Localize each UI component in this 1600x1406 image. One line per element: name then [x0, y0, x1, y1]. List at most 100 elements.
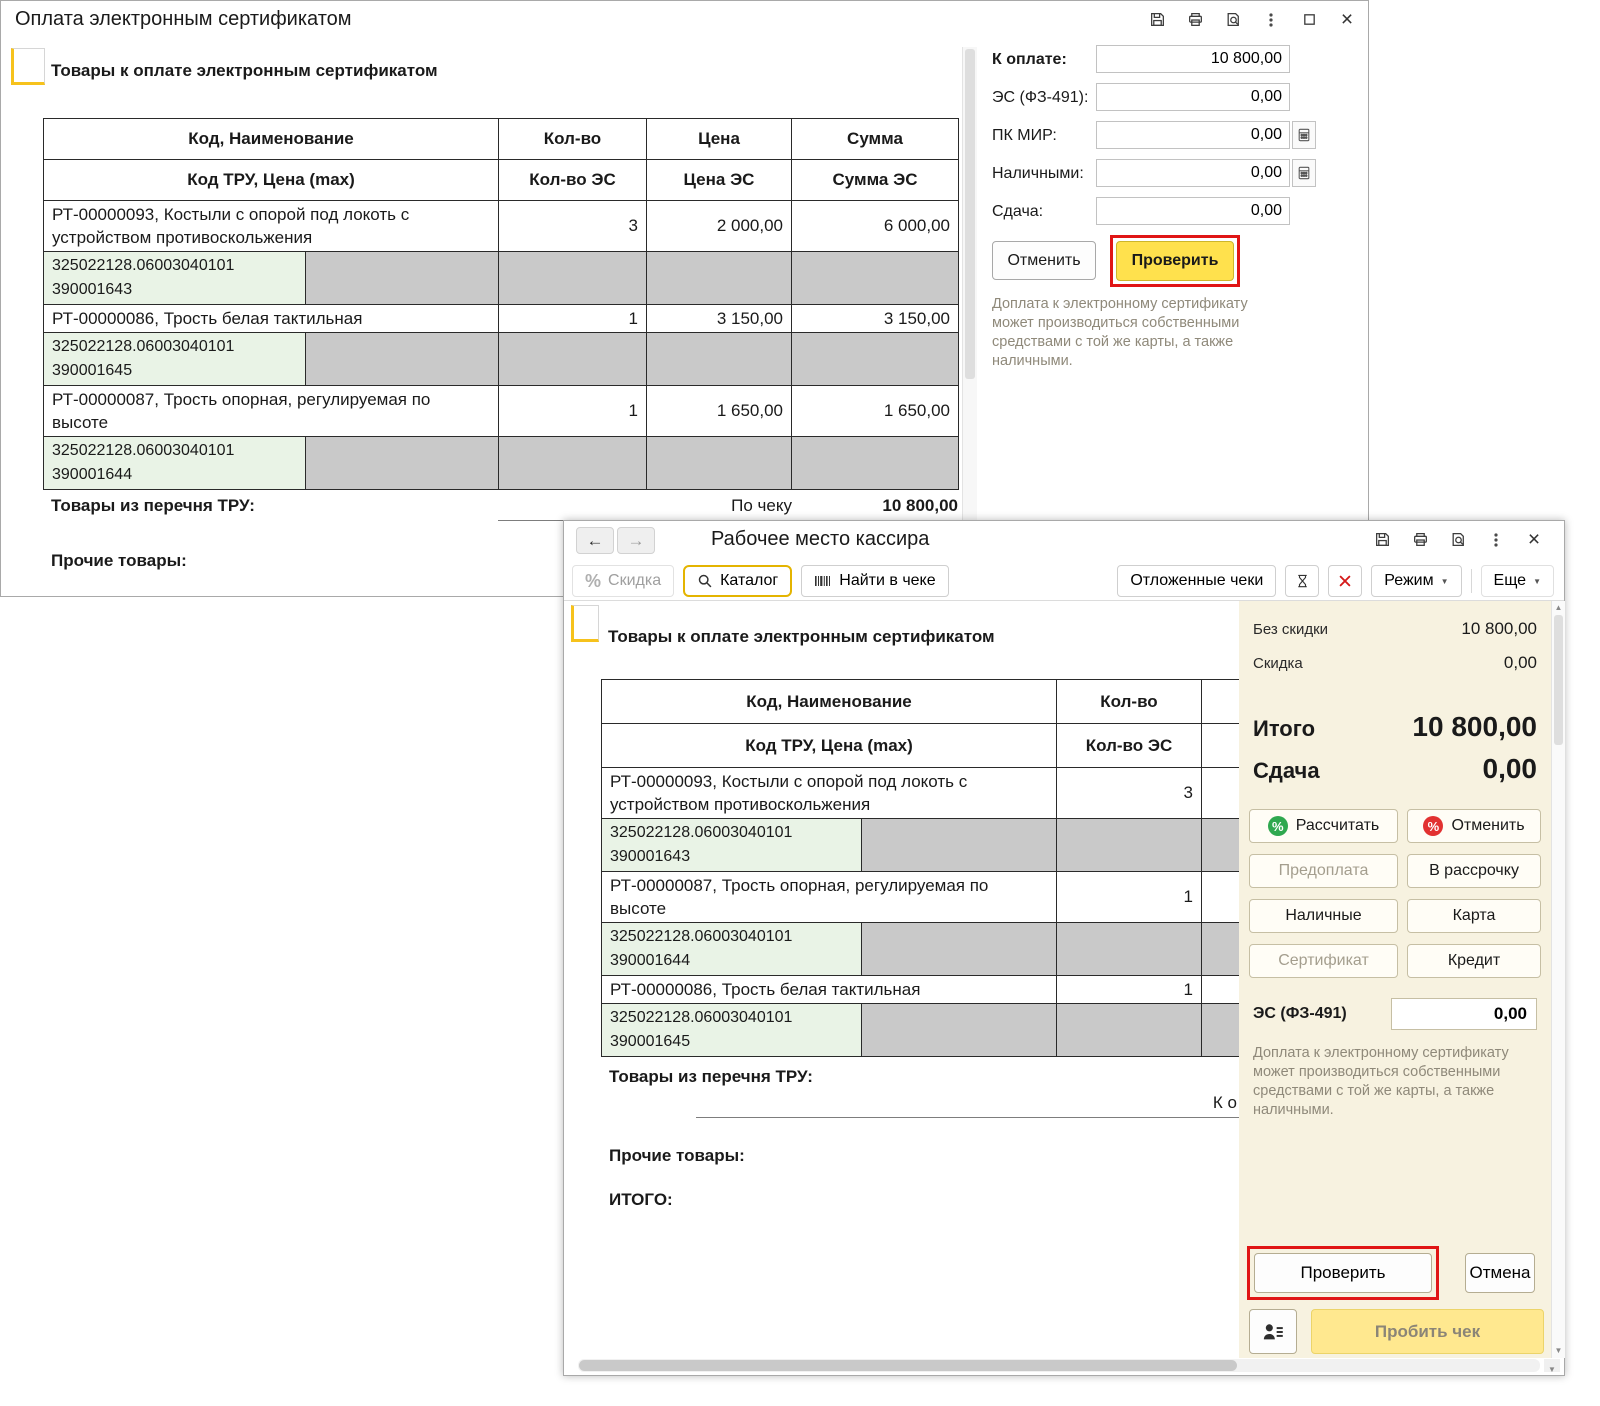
win1-vscroll-thumb[interactable] — [965, 49, 975, 379]
cell-sum[interactable]: 1 650,00 — [791, 385, 959, 437]
save-icon[interactable] — [1366, 526, 1398, 553]
cell-empty[interactable] — [1056, 818, 1202, 872]
certificate-button[interactable]: Сертификат — [1249, 944, 1398, 978]
cell-qty[interactable]: 1 — [1056, 871, 1202, 923]
cancel-button[interactable]: Отмена — [1465, 1253, 1535, 1293]
cancel-button[interactable]: Отменить — [992, 241, 1096, 280]
win2-horizontal-scrollbar[interactable] — [578, 1359, 1540, 1372]
prepayment-button[interactable]: Предоплата — [1249, 854, 1398, 888]
cell-price[interactable]: 1 650,00 — [646, 385, 792, 437]
col-header-sum-es[interactable]: Сумма ЭС — [791, 159, 959, 201]
cell-qty[interactable]: 3 — [498, 200, 647, 252]
col-header-qty-es[interactable]: Кол-во ЭС — [498, 159, 647, 201]
cell-empty[interactable] — [1201, 1003, 1239, 1057]
cell-empty[interactable] — [498, 436, 647, 490]
cell-tru-code[interactable]: 325022128.06003040101 390001643 — [43, 251, 306, 305]
credit-button[interactable]: Кредит — [1407, 944, 1541, 978]
win2-vscroll-thumb[interactable] — [1554, 615, 1563, 745]
cell-item-name[interactable]: РТ-00000087, Трость опорная, регулируема… — [43, 385, 499, 437]
scroll-up-icon[interactable]: ▲ — [1552, 603, 1565, 613]
verify-button[interactable]: Проверить — [1254, 1253, 1432, 1293]
table-row-tru[interactable]: 325022128.06003040101 390001644 — [601, 922, 1239, 976]
cell-cut[interactable] — [1201, 767, 1239, 819]
cell-empty[interactable] — [791, 251, 959, 305]
cell-empty[interactable] — [646, 332, 792, 386]
back-arrow-icon[interactable]: ← — [576, 527, 614, 554]
cash-button[interactable]: Наличные — [1249, 899, 1398, 933]
cell-tru-code[interactable]: 325022128.06003040101 390001645 — [601, 1003, 862, 1057]
maximize-icon[interactable] — [1293, 6, 1325, 33]
cell-empty[interactable] — [791, 436, 959, 490]
save-icon[interactable] — [1141, 6, 1173, 33]
col-header-tru[interactable]: Код ТРУ, Цена (max) — [43, 159, 499, 201]
catalog-button[interactable]: Каталог — [683, 565, 793, 597]
mode-dropdown[interactable]: Режим ▼ — [1371, 565, 1462, 597]
table-row[interactable]: РТ-00000087, Трость опорная, регулируема… — [43, 385, 959, 437]
col-header-tru[interactable]: Код ТРУ, Цена (max) — [601, 723, 1057, 768]
calculate-button[interactable]: % Рассчитать — [1249, 809, 1398, 843]
discount-button[interactable]: % Скидка — [572, 565, 675, 597]
cell-qty[interactable]: 1 — [498, 304, 647, 333]
change-input[interactable] — [1096, 197, 1290, 225]
win2-hscroll-thumb[interactable] — [579, 1360, 1237, 1371]
cell-sum[interactable]: 6 000,00 — [791, 200, 959, 252]
deferred-receipts-button[interactable]: Отложенные чеки — [1117, 565, 1277, 597]
cancel-discount-button[interactable]: % Отменить — [1407, 809, 1541, 843]
table-row-tru[interactable]: 325022128.06003040101 390001644 — [43, 436, 959, 490]
table-row[interactable]: РТ-00000093, Костыли с опорой под локоть… — [43, 200, 959, 252]
table-row[interactable]: РТ-00000093, Костыли с опорой под локоть… — [601, 767, 1239, 819]
customer-icon[interactable] — [1249, 1309, 1297, 1354]
cell-tru-price-empty[interactable] — [861, 922, 1057, 976]
table-row-tru[interactable]: 325022128.06003040101 390001645 — [43, 332, 959, 386]
col-header-name[interactable]: Код, Наименование — [601, 679, 1057, 724]
verify-button[interactable]: Проверить — [1116, 241, 1234, 281]
es-amount-input[interactable] — [1391, 998, 1537, 1030]
form-group-marker[interactable] — [11, 48, 45, 85]
col-header-cut[interactable] — [1201, 723, 1239, 768]
close-icon[interactable]: × — [1518, 526, 1550, 553]
cash-calculator-icon[interactable] — [1292, 159, 1316, 187]
cell-tru-price-empty[interactable] — [305, 251, 499, 305]
cell-empty[interactable] — [1056, 922, 1202, 976]
table-row[interactable]: РТ-00000087, Трость опорная, регулируема… — [601, 871, 1239, 923]
table-row[interactable]: РТ-00000086, Трость белая тактильная 1 — [601, 975, 1239, 1004]
cell-empty[interactable] — [498, 332, 647, 386]
to-pay-input[interactable] — [1096, 45, 1290, 73]
table-row-tru[interactable]: 325022128.06003040101 390001643 — [43, 251, 959, 305]
cell-sum[interactable]: 3 150,00 — [791, 304, 959, 333]
cell-empty[interactable] — [1201, 818, 1239, 872]
cell-tru-code[interactable]: 325022128.06003040101 390001643 — [601, 818, 862, 872]
card-button[interactable]: Карта — [1407, 899, 1541, 933]
cell-item-name[interactable]: РТ-00000093, Костыли с опорой под локоть… — [601, 767, 1057, 819]
col-header-qty[interactable]: Кол-во — [498, 118, 647, 160]
cell-qty[interactable]: 3 — [1056, 767, 1202, 819]
installment-button[interactable]: В рассрочку — [1407, 854, 1541, 888]
print-icon[interactable] — [1404, 526, 1436, 553]
cell-tru-price-empty[interactable] — [305, 436, 499, 490]
table-row-tru[interactable]: 325022128.06003040101 390001643 — [601, 818, 1239, 872]
cell-price[interactable]: 3 150,00 — [646, 304, 792, 333]
cell-empty[interactable] — [1201, 922, 1239, 976]
cell-empty[interactable] — [498, 251, 647, 305]
cell-qty[interactable]: 1 — [1056, 975, 1202, 1004]
win2-vertical-scrollbar[interactable]: ▲ ▼ — [1551, 601, 1565, 1358]
print-icon[interactable] — [1179, 6, 1211, 33]
cell-tru-code[interactable]: 325022128.06003040101 390001645 — [43, 332, 306, 386]
cell-tru-price-empty[interactable] — [861, 1003, 1057, 1057]
find-in-check-button[interactable]: Найти в чеке — [801, 565, 949, 597]
cell-qty[interactable]: 1 — [498, 385, 647, 437]
scroll-down-icon[interactable]: ▼ — [1552, 1346, 1565, 1356]
es-input[interactable] — [1096, 83, 1290, 111]
cash-input[interactable] — [1096, 159, 1290, 187]
cell-item-name[interactable]: РТ-00000086, Трость белая тактильная — [601, 975, 1057, 1004]
punch-receipt-button[interactable]: Пробить чек — [1311, 1309, 1544, 1354]
cell-empty[interactable] — [791, 332, 959, 386]
cell-item-name[interactable]: РТ-00000086, Трость белая тактильная — [43, 304, 499, 333]
col-header-qty-es[interactable]: Кол-во ЭС — [1056, 723, 1202, 768]
cell-item-name[interactable]: РТ-00000093, Костыли с опорой под локоть… — [43, 200, 499, 252]
table-row[interactable]: РТ-00000086, Трость белая тактильная 1 3… — [43, 304, 959, 333]
scroll-corner-icon[interactable]: ▼ — [1544, 1359, 1560, 1374]
cell-cut[interactable] — [1201, 975, 1239, 1004]
col-header-cut[interactable] — [1201, 679, 1239, 724]
table-row-tru[interactable]: 325022128.06003040101 390001645 — [601, 1003, 1239, 1057]
